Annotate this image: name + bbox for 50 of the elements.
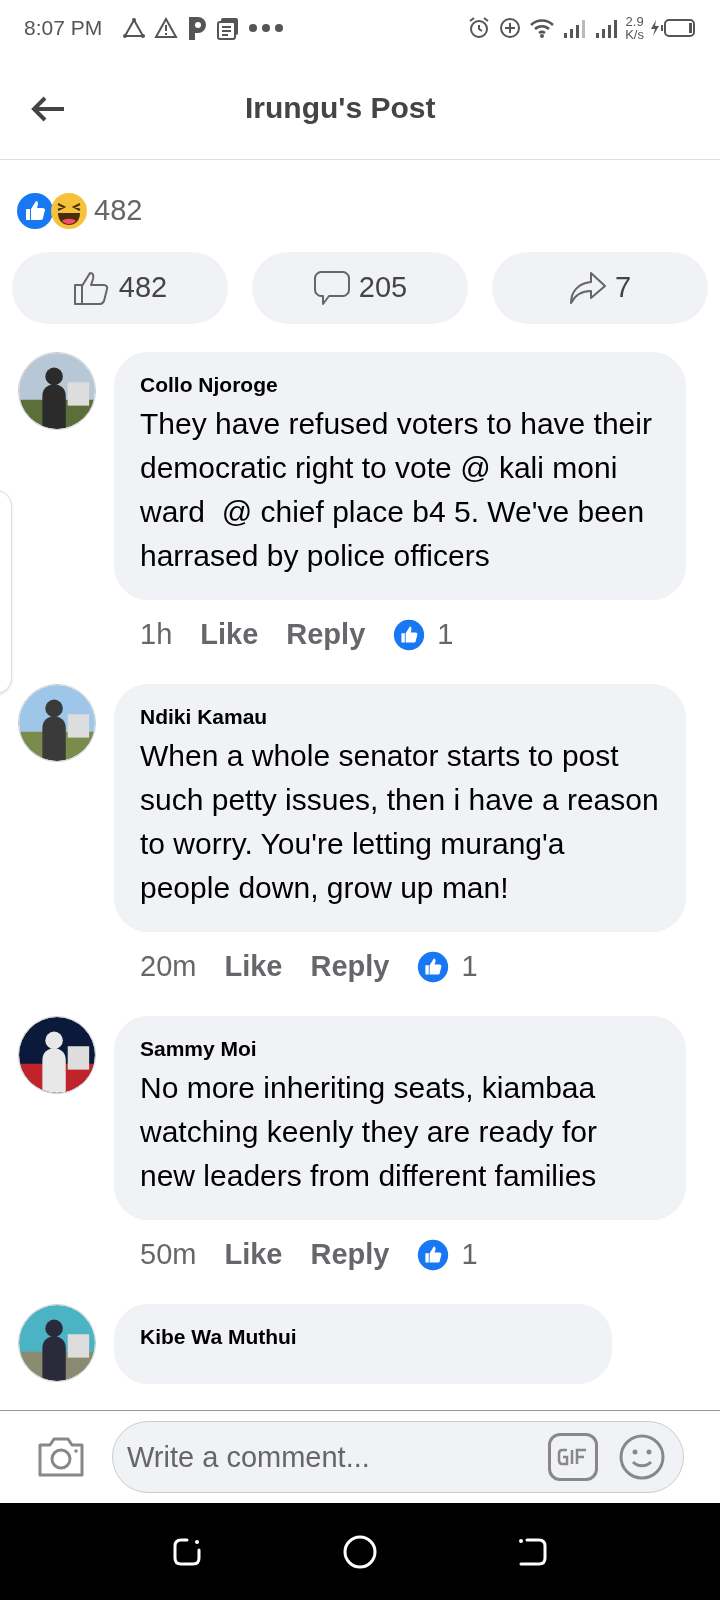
like-link[interactable]: Like [224,1233,283,1277]
camera-button[interactable] [36,1435,86,1479]
speech-bubble-icon [312,269,351,307]
like-count: 1 [461,1237,478,1273]
comment-time: 50m [140,1237,197,1273]
triangle-icon [122,17,147,39]
post-title: Irungu's Post [245,90,436,126]
comment-author: Ndiki Kamau [140,704,269,730]
comment-field[interactable]: Write a comment... [112,1421,684,1493]
like-reaction-icon [417,951,450,983]
like-count: 1 [437,617,454,653]
home-button[interactable] [343,1534,377,1569]
network-speed: 2.9 [625,15,644,28]
like-link[interactable]: Like [200,613,259,657]
comment-time: 20m [140,949,197,985]
add-circle-icon [499,17,522,39]
comment-author: Kibe Wa Muthui [140,1324,298,1350]
like-reaction-icon [393,619,426,651]
comment-time: 1h [140,617,173,653]
like-button[interactable]: 482 [12,252,228,324]
like-count: 1 [461,949,478,985]
like-reaction-icon [16,192,54,230]
reaction-count: 482 [94,193,143,229]
network-speed-unit: K/s [625,28,644,41]
comment-text: When a whole senator starts to post such petty issues, then i have a reason to worry. You're letting murang'a people down, grow up man! [140,738,660,906]
signal-icon [595,17,620,39]
news-icon [216,16,241,40]
gif-button[interactable] [548,1433,598,1481]
comment-button[interactable]: 205 [252,252,468,324]
p-logo-icon [186,15,209,41]
signal-icon [563,17,588,39]
laughing-face-icon [50,192,88,230]
status-time: 8:07 PM [24,15,103,42]
reply-link[interactable]: Reply [310,945,390,989]
reply-link[interactable]: Reply [310,1233,390,1277]
reply-link[interactable]: Reply [286,613,366,657]
like-reaction-icon [417,1239,450,1271]
comment-author: Sammy Moi [140,1036,258,1062]
thumbs-up-icon [72,270,111,306]
more-icon [248,23,285,33]
warning-icon [154,17,179,39]
comment-text: No more inheriting seats, kiambaa watching keenly they are ready for new leaders from different families [140,1070,598,1194]
wifi-icon [529,17,556,39]
share-button[interactable]: 7 [492,252,708,324]
comment-text: They have refused voters to have their democratic right to vote @ kali moni ward @ chief place b4 5. We've been harrased by police officers [140,406,653,574]
battery-icon [650,18,696,38]
comment-author: Collo Njoroge [140,372,279,398]
like-link[interactable]: Like [224,945,283,989]
emoji-button[interactable] [618,1433,666,1481]
share-arrow-icon [568,270,607,306]
